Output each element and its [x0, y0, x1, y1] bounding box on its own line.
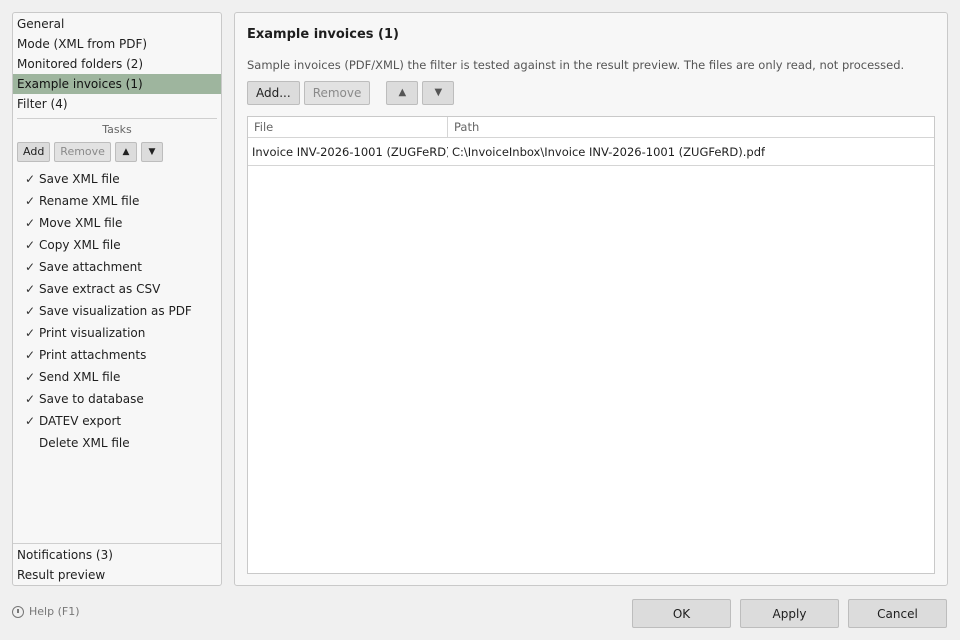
checkmark-icon: ✓	[25, 304, 36, 318]
main-panel: Example invoices (1) Sample invoices (PD…	[234, 12, 948, 586]
checkmark-icon: ✓	[25, 392, 36, 406]
nav-item-mode[interactable]: Mode (XML from PDF)	[13, 34, 221, 54]
task-item-print-attachments[interactable]: ✓ Print attachments	[13, 344, 221, 366]
task-item-move-xml[interactable]: ✓ Move XML file	[13, 212, 221, 234]
task-label: DATEV export	[39, 414, 122, 428]
nav-item-filter[interactable]: Filter (4)	[13, 94, 221, 114]
help-label: Help (F1)	[29, 605, 80, 618]
checkmark-icon: ✓	[25, 260, 36, 274]
table-row[interactable]: Invoice INV-2026-1001 (ZUGFeRD).p C:\Inv…	[248, 138, 934, 166]
nav-item-example-invoices[interactable]: Example invoices (1)	[13, 74, 221, 94]
task-label: Send XML file	[39, 370, 121, 384]
nav-item-general[interactable]: General	[13, 14, 221, 34]
remove-task-button[interactable]: Remove	[54, 142, 111, 162]
task-item-datev-export[interactable]: ✓ DATEV export	[13, 410, 221, 432]
move-task-down-button[interactable]: ▼	[140, 142, 163, 162]
task-label: Print attachments	[39, 348, 147, 362]
task-label: Save to database	[39, 392, 144, 406]
task-item-save-visualization-pdf[interactable]: ✓ Save visualization as PDF	[13, 300, 221, 322]
move-invoice-up-button[interactable]: ▲	[386, 81, 419, 105]
task-item-save-csv[interactable]: ✓ Save extract as CSV	[13, 278, 221, 300]
task-item-copy-xml[interactable]: ✓ Copy XML file	[13, 234, 221, 256]
checkmark-icon: ✓	[25, 326, 36, 340]
cell-path: C:\InvoiceInbox\Invoice INV-2026-1001 (Z…	[452, 145, 766, 159]
invoices-toolbar: Add... Remove ▲ ▼	[247, 81, 455, 105]
task-label: Save visualization as PDF	[39, 304, 192, 318]
nav-bottom-section: Notifications (3) Result preview	[13, 543, 221, 585]
task-label: Copy XML file	[39, 238, 121, 252]
task-label: Delete XML file	[39, 436, 130, 450]
nav-divider	[17, 118, 217, 119]
task-item-save-xml[interactable]: ✓ Save XML file	[13, 168, 221, 190]
task-item-save-database[interactable]: ✓ Save to database	[13, 388, 221, 410]
nav-item-monitored-folders[interactable]: Monitored folders (2)	[13, 54, 221, 74]
tasks-heading: Tasks	[102, 123, 132, 136]
ok-button[interactable]: OK	[632, 599, 731, 628]
task-item-rename-xml[interactable]: ✓ Rename XML file	[13, 190, 221, 212]
task-label: Print visualization	[39, 326, 146, 340]
help-link[interactable]: Help (F1)	[12, 605, 79, 618]
tasks-toolbar: Add Remove ▲ ▼	[13, 140, 221, 164]
checkmark-icon: ✓	[25, 238, 36, 252]
move-invoice-down-button[interactable]: ▼	[422, 81, 455, 105]
task-item-print-visualization[interactable]: ✓ Print visualization	[13, 322, 221, 344]
help-icon	[12, 605, 24, 618]
nav-item-result-preview[interactable]: Result preview	[13, 565, 221, 585]
cancel-button[interactable]: Cancel	[848, 599, 947, 628]
add-task-button[interactable]: Add	[17, 142, 51, 162]
task-list: ✓ Save XML file ✓ Rename XML file ✓ Move XM…	[13, 168, 221, 454]
task-item-save-attachment[interactable]: ✓ Save attachment	[13, 256, 221, 278]
remove-invoice-button[interactable]: Remove	[303, 81, 371, 105]
cell-file: Invoice INV-2026-1001 (ZUGFeRD).p	[252, 145, 448, 159]
checkmark-icon: ✓	[25, 194, 36, 208]
apply-button[interactable]: Apply	[740, 599, 839, 628]
nav-item-notifications[interactable]: Notifications (3)	[13, 545, 221, 565]
table-header: File Path	[248, 117, 934, 138]
add-invoice-button[interactable]: Add...	[247, 81, 300, 105]
task-label: Rename XML file	[39, 194, 140, 208]
column-header-path[interactable]: Path	[448, 117, 934, 137]
task-item-send-xml[interactable]: ✓ Send XML file	[13, 366, 221, 388]
checkmark-icon: ✓	[25, 348, 36, 362]
task-label: Save XML file	[39, 172, 120, 186]
task-label: Move XML file	[39, 216, 123, 230]
move-task-up-button[interactable]: ▲	[114, 142, 137, 162]
settings-sidebar: General Mode (XML from PDF) Monitored fo…	[12, 12, 222, 586]
nav-top-section: General Mode (XML from PDF) Monitored fo…	[13, 13, 221, 114]
checkmark-icon	[25, 432, 39, 454]
checkmark-icon: ✓	[25, 172, 36, 186]
column-header-file[interactable]: File	[248, 117, 448, 137]
task-item-delete-xml[interactable]: Delete XML file	[13, 432, 221, 454]
task-label: Save attachment	[39, 260, 142, 274]
task-label: Save extract as CSV	[39, 282, 161, 296]
page-title: Example invoices (1)	[247, 27, 399, 42]
checkmark-icon: ✓	[25, 216, 36, 230]
checkmark-icon: ✓	[25, 370, 36, 384]
checkmark-icon: ✓	[25, 282, 36, 296]
page-description: Sample invoices (PDF/XML) the filter is …	[247, 58, 905, 72]
checkmark-icon: ✓	[25, 414, 36, 428]
invoices-table: File Path Invoice INV-2026-1001 (ZUGFeRD…	[247, 116, 935, 574]
